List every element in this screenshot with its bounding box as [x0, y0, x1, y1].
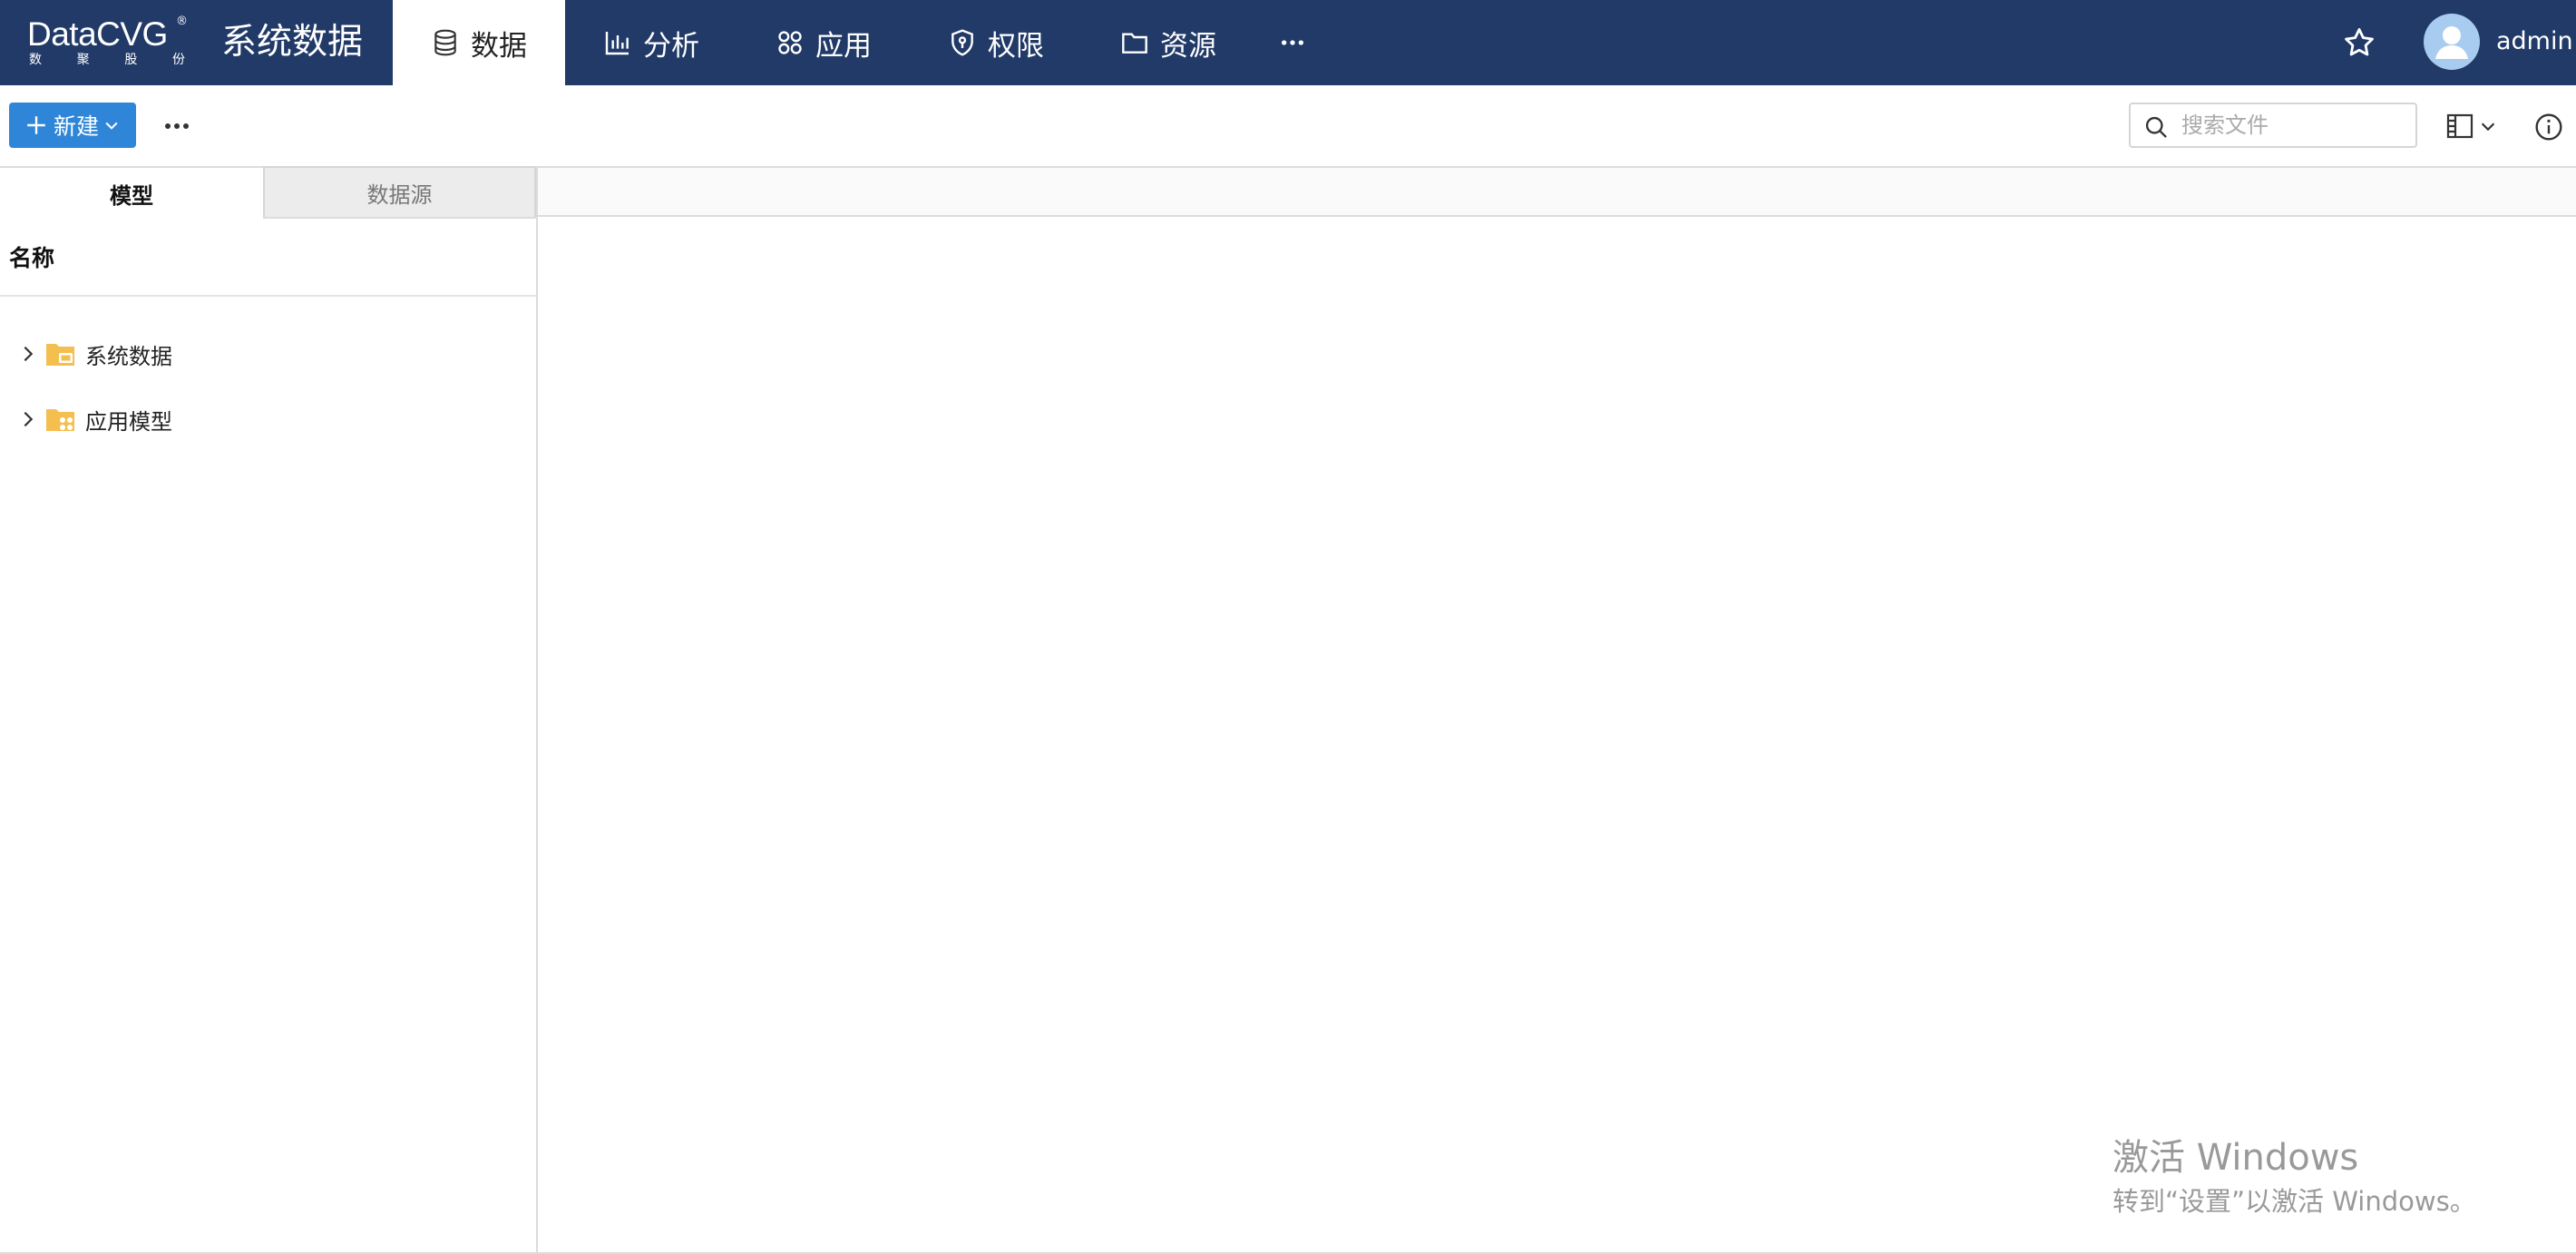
windows-activation-title: 激活 Windows	[2113, 1137, 2359, 1179]
new-button-label: 新建	[53, 113, 99, 140]
top-navigation-bar: DataCVG ® 数 聚 股 份 系统数据 数据 分析 应用 权限 资源 ad…	[0, 0, 2576, 85]
star-icon[interactable]	[2342, 25, 2376, 60]
windows-activation-subtitle: 转到“设置”以激活 Windows。	[2113, 1186, 2476, 1217]
tree-item-app-model[interactable]: 应用模型	[0, 396, 536, 443]
info-icon[interactable]	[2534, 113, 2563, 142]
nav-item-resources[interactable]: 资源	[1082, 0, 1254, 85]
logo-tagline-char: 股	[124, 53, 138, 67]
shield-key-icon	[951, 29, 973, 56]
new-button[interactable]: 新建	[9, 103, 136, 148]
content-header	[538, 166, 2576, 217]
chevron-right-icon[interactable]	[18, 344, 38, 364]
logo-tagline-char: 聚	[76, 53, 90, 67]
nav-item-apps[interactable]: 应用	[737, 0, 910, 85]
search-input[interactable]	[2181, 110, 2408, 141]
tab-model[interactable]: 模型	[0, 166, 263, 219]
nav-item-permissions[interactable]: 权限	[910, 0, 1082, 85]
app-title: 系统数据	[221, 22, 364, 63]
chevron-down-icon	[2481, 122, 2495, 132]
brand-logo[interactable]: DataCVG ® 数 聚 股 份	[27, 13, 190, 73]
more-horizontal-icon	[1282, 40, 1303, 45]
chevron-right-icon[interactable]	[18, 409, 38, 429]
nav-more-button[interactable]	[1254, 0, 1331, 85]
tree-item-label: 应用模型	[85, 408, 172, 435]
user-avatar-icon[interactable]	[2424, 14, 2480, 70]
folder-icon	[1122, 33, 1147, 54]
chevron-down-icon	[105, 122, 118, 130]
logo-registered-mark: ®	[176, 15, 188, 28]
apps-grid-icon	[778, 31, 802, 54]
tree-item-label: 系统数据	[85, 343, 172, 369]
logo-tagline: 数 聚 股 份	[29, 53, 185, 67]
logo-brand-text: DataCVG	[27, 15, 168, 53]
search-box[interactable]	[2129, 103, 2417, 148]
system-data-folder-icon	[46, 344, 74, 366]
layout-panel-icon	[2446, 113, 2474, 139]
username[interactable]: admin	[2496, 25, 2573, 58]
logo-tagline-char: 份	[171, 53, 185, 67]
layout-toggle-button[interactable]	[2445, 111, 2500, 142]
model-panel: 模型 数据源 名称 系统数据 应用模型	[0, 166, 538, 1254]
main-nav: 数据 分析 应用 权限 资源	[393, 0, 1331, 85]
nav-item-label: 权限	[988, 29, 1044, 63]
name-column-header[interactable]: 名称	[9, 240, 54, 273]
bar-chart-icon	[605, 32, 629, 55]
nav-item-analysis[interactable]: 分析	[565, 0, 737, 85]
nav-item-label: 应用	[815, 29, 872, 63]
header-divider	[0, 295, 536, 297]
tab-datasource[interactable]: 数据源	[263, 166, 536, 217]
search-icon	[2145, 116, 2167, 138]
tree-item-system-data[interactable]: 系统数据	[0, 330, 536, 377]
database-icon	[434, 29, 456, 56]
panel-tabs: 模型 数据源	[0, 166, 536, 219]
user-silhouette-icon	[2435, 26, 2468, 59]
nav-item-label: 分析	[643, 29, 699, 63]
plus-icon	[27, 116, 45, 134]
app-model-folder-icon	[46, 409, 74, 431]
logo-tagline-char: 数	[29, 53, 42, 67]
nav-item-data[interactable]: 数据	[393, 0, 565, 85]
nav-item-label: 数据	[471, 29, 527, 63]
more-horizontal-icon[interactable]	[163, 114, 190, 138]
nav-item-label: 资源	[1160, 29, 1216, 63]
